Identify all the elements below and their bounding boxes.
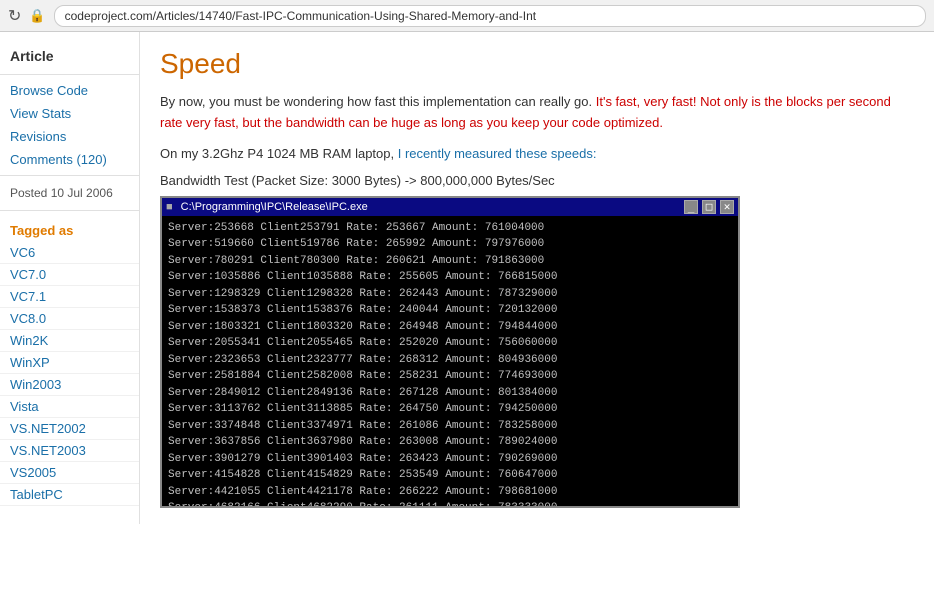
terminal-title-icon: ■: [166, 201, 173, 213]
tag-vc6[interactable]: VC6: [0, 242, 139, 264]
sidebar-link-revisions[interactable]: Revisions: [0, 125, 139, 148]
terminal-window: ■ C:\Programming\IPC\Release\IPC.exe _ □…: [160, 196, 740, 508]
terminal-row: Server:4154828 Client4154829 Rate: 25354…: [168, 467, 732, 484]
terminal-title-text: C:\Programming\IPC\Release\IPC.exe: [181, 201, 680, 213]
tag-vista[interactable]: Vista: [0, 396, 139, 418]
tag-vc70[interactable]: VC7.0: [0, 264, 139, 286]
tag-winxp[interactable]: WinXP: [0, 352, 139, 374]
tag-vsnet2002[interactable]: VS.NET2002: [0, 418, 139, 440]
sidebar-link-browse-code[interactable]: Browse Code: [0, 79, 139, 102]
browser-bar: ↻ 🔒 codeproject.com/Articles/14740/Fast-…: [0, 0, 934, 32]
url-bar[interactable]: codeproject.com/Articles/14740/Fast-IPC-…: [54, 5, 926, 27]
page-layout: Article Browse Code View Stats Revisions…: [0, 32, 934, 524]
article-section-title: Article: [0, 42, 139, 70]
sidebar: Article Browse Code View Stats Revisions…: [0, 32, 140, 524]
terminal-row: Server:253668 Client253791 Rate: 253667 …: [168, 220, 732, 237]
lock-icon: 🔒: [29, 8, 45, 24]
sidebar-divider-1: [0, 74, 139, 75]
measured-link[interactable]: I recently measured these speeds:: [398, 146, 597, 161]
tag-vc80[interactable]: VC8.0: [0, 308, 139, 330]
tag-tabletpc[interactable]: TabletPC: [0, 484, 139, 506]
tag-vc71[interactable]: VC7.1: [0, 286, 139, 308]
section-title: Speed: [160, 48, 914, 80]
sidebar-link-comments[interactable]: Comments (120): [0, 148, 139, 171]
sidebar-link-view-stats[interactable]: View Stats: [0, 102, 139, 125]
terminal-row: Server:519660 Client519786 Rate: 265992 …: [168, 236, 732, 253]
tag-vs2005[interactable]: VS2005: [0, 462, 139, 484]
tag-win2003[interactable]: Win2003: [0, 374, 139, 396]
sidebar-divider-3: [0, 210, 139, 211]
refresh-icon[interactable]: ↻: [8, 6, 21, 26]
posted-date: Posted 10 Jul 2006: [0, 180, 139, 206]
main-content: Speed By now, you must be wondering how …: [140, 32, 934, 524]
terminal-row: Server:2849012 Client2849136 Rate: 26712…: [168, 385, 732, 402]
terminal-row: Server:2323653 Client2323777 Rate: 26831…: [168, 352, 732, 369]
tag-win2k[interactable]: Win2K: [0, 330, 139, 352]
intro-paragraph: By now, you must be wondering how fast t…: [160, 92, 914, 134]
terminal-body[interactable]: Server:253668 Client253791 Rate: 253667 …: [162, 216, 738, 506]
terminal-row: Server:2055341 Client2055465 Rate: 25202…: [168, 335, 732, 352]
terminal-row: Server:1035886 Client1035888 Rate: 25560…: [168, 269, 732, 286]
tagged-as-title: Tagged as: [0, 215, 139, 242]
terminal-maximize-button[interactable]: □: [702, 200, 716, 214]
terminal-minimize-button[interactable]: _: [684, 200, 698, 214]
tag-vsnet2003[interactable]: VS.NET2003: [0, 440, 139, 462]
terminal-row: Server:3637856 Client3637980 Rate: 26300…: [168, 434, 732, 451]
measured-paragraph: On my 3.2Ghz P4 1024 MB RAM laptop, I re…: [160, 146, 914, 161]
sidebar-divider-2: [0, 175, 139, 176]
terminal-row: Server:3374848 Client3374971 Rate: 26108…: [168, 418, 732, 435]
terminal-row: Server:3113762 Client3113885 Rate: 26475…: [168, 401, 732, 418]
terminal-row: Server:1298329 Client1298328 Rate: 26244…: [168, 286, 732, 303]
terminal-close-button[interactable]: ✕: [720, 200, 734, 214]
terminal-row: Server:780291 Client780300 Rate: 260621 …: [168, 253, 732, 270]
terminal-titlebar: ■ C:\Programming\IPC\Release\IPC.exe _ □…: [162, 198, 738, 216]
intro-highlight: It's fast, very fast! Not only is the bl…: [160, 94, 891, 130]
terminal-row: Server:4682166 Client4682290 Rate: 26111…: [168, 500, 732, 506]
terminal-row: Server:4421055 Client4421178 Rate: 26622…: [168, 484, 732, 501]
terminal-row: Server:1803321 Client1803320 Rate: 26494…: [168, 319, 732, 336]
terminal-row: Server:2581884 Client2582008 Rate: 25823…: [168, 368, 732, 385]
terminal-row: Server:3901279 Client3901403 Rate: 26342…: [168, 451, 732, 468]
bandwidth-label: Bandwidth Test (Packet Size: 3000 Bytes)…: [160, 173, 914, 188]
terminal-row: Server:1538373 Client1538376 Rate: 24004…: [168, 302, 732, 319]
